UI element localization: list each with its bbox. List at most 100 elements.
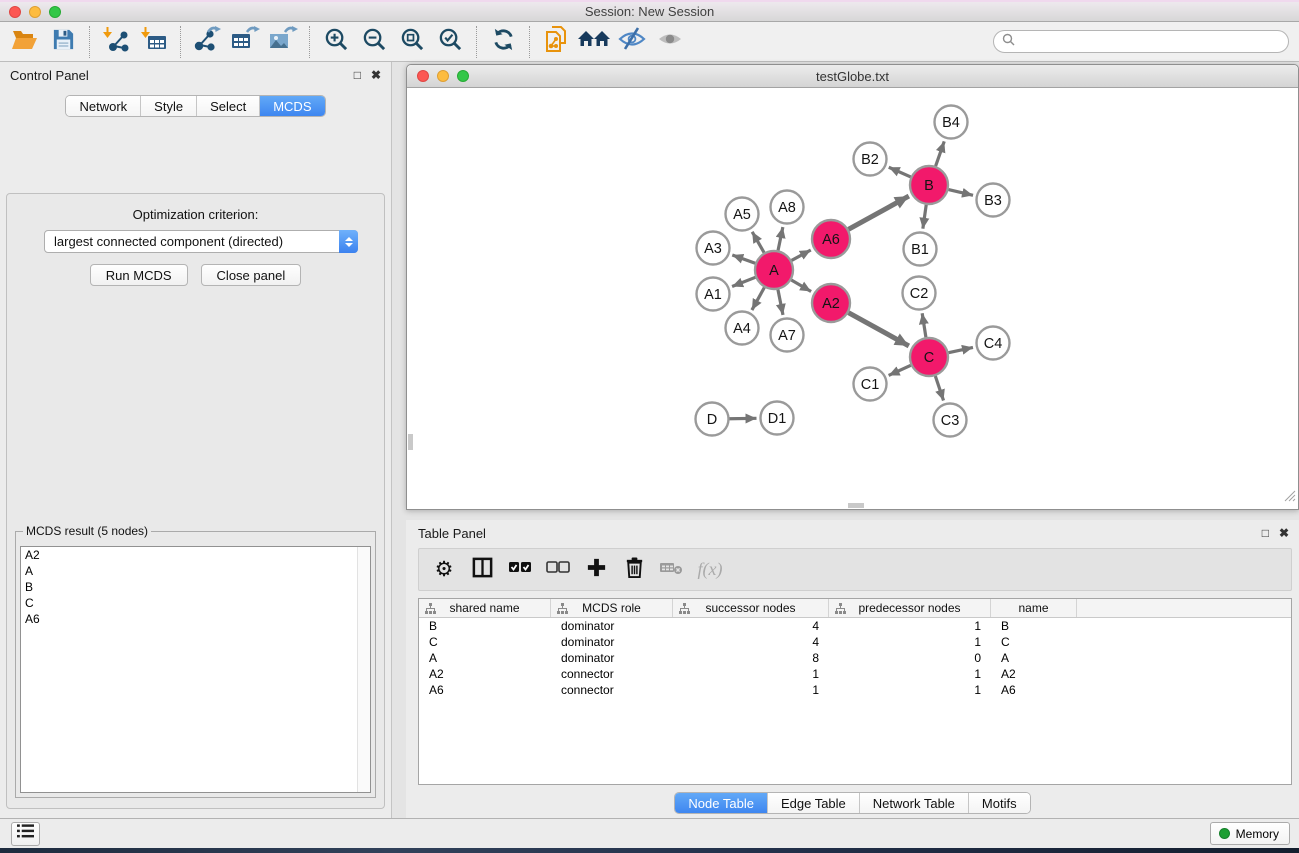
tab-mcds[interactable]: MCDS — [260, 96, 324, 116]
edge-C-C4[interactable] — [949, 347, 973, 352]
mcds-result-item[interactable]: C — [21, 595, 370, 611]
graph-node-D[interactable]: D — [696, 403, 729, 436]
column-header-shared-name[interactable]: shared name — [419, 599, 551, 617]
table-row[interactable]: Adominator80A — [419, 650, 1291, 666]
graph-node-D1[interactable]: D1 — [761, 402, 794, 435]
tab-motifs[interactable]: Motifs — [969, 793, 1030, 813]
edge-A2-C[interactable] — [849, 313, 909, 346]
float-panel-icon[interactable]: □ — [354, 69, 361, 81]
graph-node-A8[interactable]: A8 — [771, 191, 804, 224]
horizontal-scroll-indicator[interactable] — [848, 503, 864, 508]
cell-name[interactable]: A — [991, 650, 1077, 666]
cell-successor-nodes[interactable]: 4 — [673, 634, 829, 650]
tab-network[interactable]: Network — [66, 96, 141, 116]
save-session-button[interactable] — [44, 24, 82, 60]
zoom-out-button[interactable] — [355, 24, 393, 60]
edge-A-A5[interactable] — [752, 232, 764, 253]
close-panel-button[interactable]: Close panel — [201, 264, 302, 286]
table-row[interactable]: A6connector11A6 — [419, 682, 1291, 698]
zoom-in-button[interactable] — [317, 24, 355, 60]
edge-A-A6[interactable] — [792, 250, 811, 260]
graph-node-C4[interactable]: C4 — [977, 327, 1010, 360]
cell-predecessor-nodes[interactable]: 1 — [829, 666, 991, 682]
edge-C-C1[interactable] — [889, 365, 911, 375]
edge-B-B4[interactable] — [936, 141, 945, 166]
function-builder-button[interactable]: f(x) — [693, 553, 727, 587]
cell-predecessor-nodes[interactable]: 1 — [829, 618, 991, 634]
edge-A-A2[interactable] — [791, 280, 811, 291]
edge-A-A8[interactable] — [778, 227, 783, 250]
optimization-criterion-dropdown[interactable]: largest connected component (directed) — [44, 230, 358, 253]
resize-grip-icon[interactable] — [1283, 489, 1296, 507]
tab-select[interactable]: Select — [197, 96, 260, 116]
table-row[interactable]: Bdominator41B — [419, 618, 1291, 634]
edge-B-B3[interactable] — [948, 190, 973, 196]
cell-MCDS-role[interactable]: dominator — [551, 618, 673, 634]
select-all-button[interactable] — [503, 553, 537, 587]
table-row[interactable]: Cdominator41C — [419, 634, 1291, 650]
column-header-successor-nodes[interactable]: successor nodes — [673, 599, 829, 617]
graph-node-B2[interactable]: B2 — [854, 143, 887, 176]
hide-selected-button[interactable] — [613, 24, 651, 60]
graph-node-A[interactable]: A — [755, 251, 793, 289]
edge-A-A4[interactable] — [752, 288, 764, 311]
cell-name[interactable]: A6 — [991, 682, 1077, 698]
cell-shared-name[interactable]: A2 — [419, 666, 551, 682]
cell-shared-name[interactable]: A6 — [419, 682, 551, 698]
edge-A-A7[interactable] — [778, 290, 783, 315]
graph-node-A5[interactable]: A5 — [726, 198, 759, 231]
cell-name[interactable]: C — [991, 634, 1077, 650]
graph-node-A4[interactable]: A4 — [726, 312, 759, 345]
mcds-result-item[interactable]: A6 — [21, 611, 370, 627]
edge-B-B2[interactable] — [889, 167, 911, 177]
edge-C-C3[interactable] — [935, 376, 943, 401]
open-session-button[interactable] — [6, 24, 44, 60]
cell-shared-name[interactable]: C — [419, 634, 551, 650]
graph-node-B[interactable]: B — [910, 166, 948, 204]
graph-node-B3[interactable]: B3 — [977, 184, 1010, 217]
graph-node-A6[interactable]: A6 — [812, 220, 850, 258]
cell-MCDS-role[interactable]: dominator — [551, 634, 673, 650]
graph-node-B1[interactable]: B1 — [904, 233, 937, 266]
import-table-button[interactable] — [135, 24, 173, 60]
cell-successor-nodes[interactable]: 8 — [673, 650, 829, 666]
cell-successor-nodes[interactable]: 1 — [673, 682, 829, 698]
table-row[interactable]: A2connector11A2 — [419, 666, 1291, 682]
graph-node-C1[interactable]: C1 — [854, 368, 887, 401]
edge-A6-B[interactable] — [849, 196, 909, 229]
graph-node-C2[interactable]: C2 — [903, 277, 936, 310]
export-network-button[interactable] — [188, 24, 226, 60]
export-table-button[interactable] — [226, 24, 264, 60]
cell-MCDS-role[interactable]: connector — [551, 682, 673, 698]
cell-successor-nodes[interactable]: 1 — [673, 666, 829, 682]
column-header-predecessor-nodes[interactable]: predecessor nodes — [829, 599, 991, 617]
network-canvas[interactable]: B4B2BB3A8A5A6A3B1AC2A1A2A4A7C4CC1DD1C3 — [408, 89, 1297, 508]
edge-B-B1[interactable] — [923, 205, 926, 229]
graph-node-C[interactable]: C — [910, 338, 948, 376]
cell-shared-name[interactable]: B — [419, 618, 551, 634]
tab-edge-table[interactable]: Edge Table — [768, 793, 860, 813]
tab-style[interactable]: Style — [141, 96, 197, 116]
zoom-fit-button[interactable] — [393, 24, 431, 60]
deselect-all-button[interactable] — [541, 553, 575, 587]
graph-node-A7[interactable]: A7 — [771, 319, 804, 352]
scrollbar-track[interactable] — [357, 547, 370, 792]
refresh-button[interactable] — [484, 24, 522, 60]
graph-node-B4[interactable]: B4 — [935, 106, 968, 139]
graph-node-A2[interactable]: A2 — [812, 284, 850, 322]
cell-MCDS-role[interactable]: dominator — [551, 650, 673, 666]
cell-predecessor-nodes[interactable]: 1 — [829, 634, 991, 650]
search-box[interactable] — [993, 30, 1289, 53]
cell-name[interactable]: B — [991, 618, 1077, 634]
mcds-result-item[interactable]: A — [21, 563, 370, 579]
cell-successor-nodes[interactable]: 4 — [673, 618, 829, 634]
network-window-titlebar[interactable]: testGlobe.txt — [407, 65, 1298, 88]
new-network-from-selection-button[interactable] — [537, 24, 575, 60]
tab-network-table[interactable]: Network Table — [860, 793, 969, 813]
edge-C-C2[interactable] — [922, 313, 926, 337]
run-mcds-button[interactable]: Run MCDS — [90, 264, 188, 286]
cell-shared-name[interactable]: A — [419, 650, 551, 666]
table-close-panel-icon[interactable]: ✖ — [1279, 527, 1289, 539]
table-float-panel-icon[interactable]: □ — [1262, 527, 1269, 539]
cell-name[interactable]: A2 — [991, 666, 1077, 682]
